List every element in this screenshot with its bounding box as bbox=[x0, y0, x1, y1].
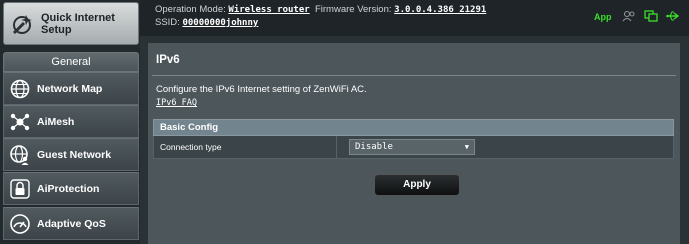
sidebar-item-network-map[interactable]: Network Map bbox=[3, 72, 139, 105]
usb-icon[interactable] bbox=[666, 10, 680, 22]
ipv6-faq-link[interactable]: IPv6 FAQ bbox=[156, 98, 197, 108]
connection-type-label: Connection type bbox=[154, 136, 337, 158]
table-row: Connection type Disable ▼ bbox=[153, 136, 674, 159]
sidebar-item-label: Adaptive QoS bbox=[37, 217, 106, 230]
section-header: Basic Config bbox=[153, 119, 674, 136]
basic-config-table: Basic Config Connection type Disable ▼ bbox=[153, 119, 674, 159]
gauge-icon bbox=[10, 213, 30, 234]
divider bbox=[152, 75, 676, 76]
sidebar-item-label: Network Map bbox=[37, 82, 103, 95]
caret-down-icon: ▼ bbox=[464, 143, 469, 151]
ssid-link[interactable]: 00000000johnny bbox=[182, 18, 258, 28]
sidebar-item-adaptive-qos[interactable]: Adaptive QoS bbox=[3, 207, 139, 240]
sidebar-item-label: AiProtection bbox=[37, 182, 100, 195]
sidebar: Quick Internet Setup General Network Map… bbox=[0, 0, 140, 244]
app-link[interactable]: App bbox=[594, 12, 612, 22]
user-icon[interactable] bbox=[622, 10, 636, 22]
main-panel: IPv6 Configure the IPv6 Internet setting… bbox=[148, 43, 680, 244]
sidebar-item-aiprotection[interactable]: AiProtection bbox=[3, 172, 139, 205]
wand-icon bbox=[12, 14, 32, 34]
sidebar-item-aimesh[interactable]: AiMesh bbox=[3, 105, 139, 138]
lock-icon bbox=[10, 178, 30, 199]
page-title: IPv6 bbox=[156, 54, 180, 66]
sidebar-item-label: AiMesh bbox=[37, 115, 75, 128]
connection-type-value: Disable bbox=[355, 142, 393, 152]
guest-globe-icon bbox=[10, 144, 29, 165]
apply-button[interactable]: Apply bbox=[374, 174, 460, 196]
general-section-header: General bbox=[3, 52, 139, 72]
connection-type-select[interactable]: Disable ▼ bbox=[349, 139, 475, 155]
quick-setup-label-line2: Setup bbox=[41, 23, 72, 36]
page-description: Configure the IPv6 Internet setting of Z… bbox=[156, 84, 367, 95]
copy-icon[interactable] bbox=[644, 10, 658, 22]
sidebar-item-label: Guest Network bbox=[37, 148, 112, 161]
quick-setup-label-line1: Quick Internet bbox=[41, 11, 115, 24]
sidebar-item-guest-network[interactable]: Guest Network bbox=[3, 138, 139, 171]
mesh-icon bbox=[10, 113, 30, 130]
firmware-version-link[interactable]: 3.0.0.4.386_21291 bbox=[394, 5, 486, 15]
operation-mode-label: Operation Mode: bbox=[155, 4, 226, 15]
ssid-label: SSID: bbox=[155, 17, 180, 28]
firmware-label: Firmware Version: bbox=[314, 4, 392, 15]
globe-icon bbox=[10, 79, 30, 98]
top-status-bar: Operation Mode: Wireless router Firmware… bbox=[140, 0, 689, 36]
quick-internet-setup-button[interactable]: Quick Internet Setup bbox=[3, 2, 139, 45]
operation-mode-link[interactable]: Wireless router bbox=[228, 5, 309, 15]
